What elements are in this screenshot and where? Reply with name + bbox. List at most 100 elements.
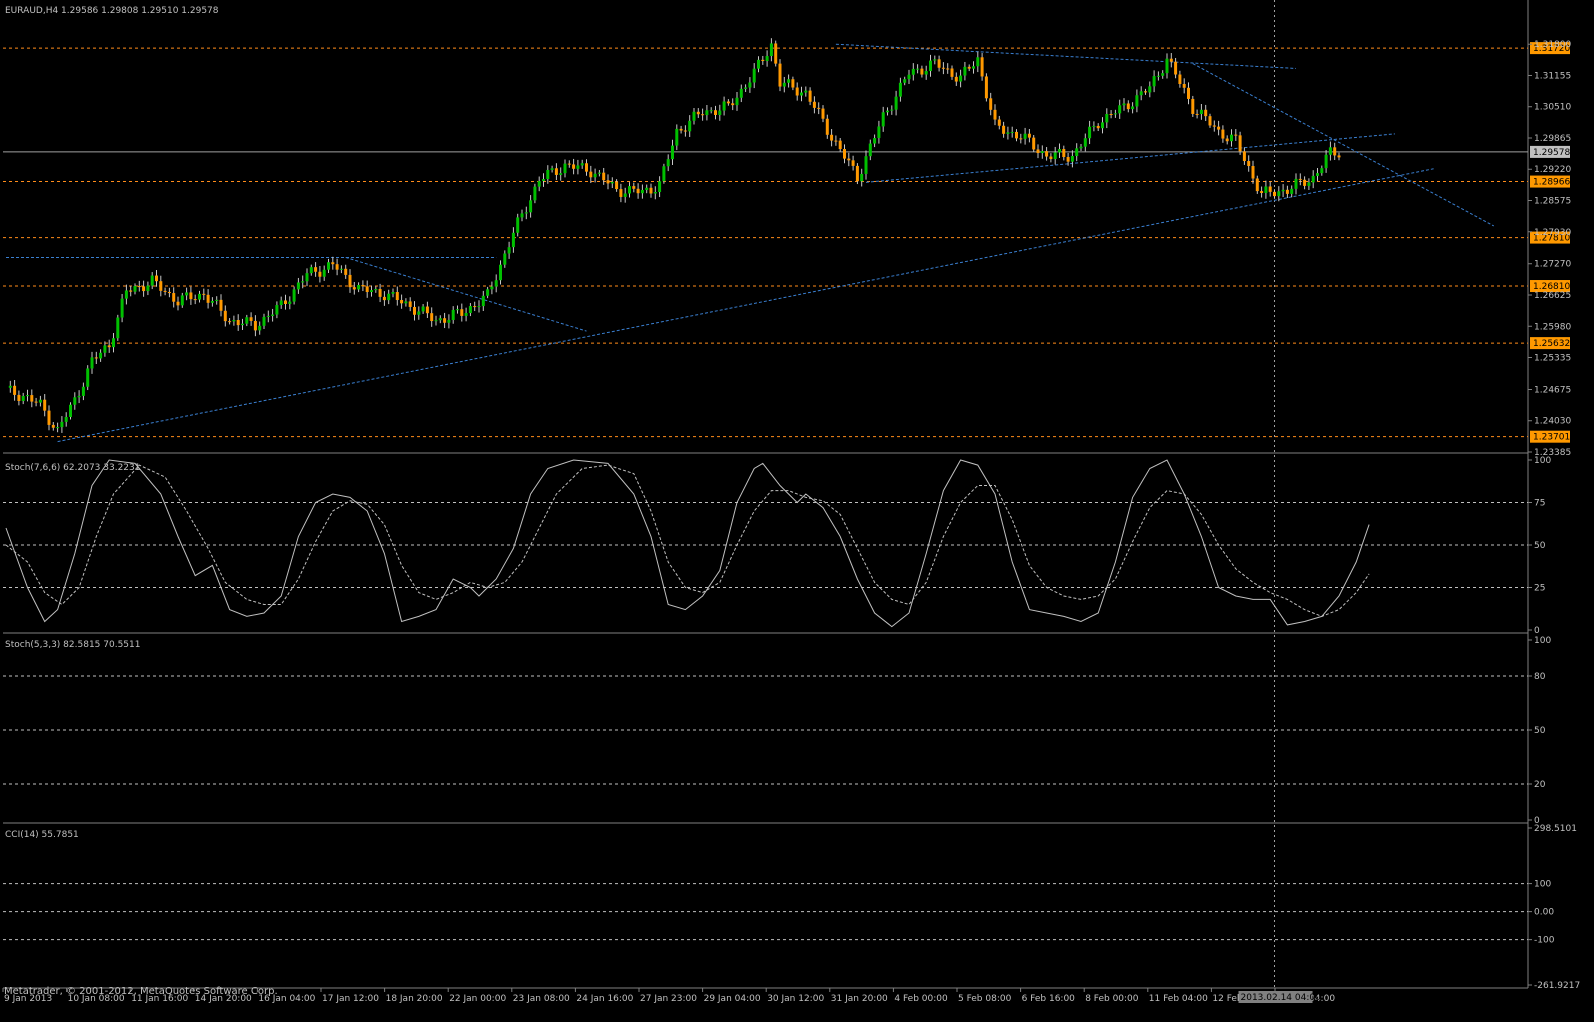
bull-candle xyxy=(576,165,580,169)
bull-candle xyxy=(688,120,692,132)
bear-candle xyxy=(219,299,223,311)
bull-candle xyxy=(550,168,554,170)
bear-candle xyxy=(228,321,232,323)
bull-candle xyxy=(864,156,868,174)
bear-candle xyxy=(17,394,21,402)
oscillator-tick-label: 100 xyxy=(1534,456,1551,466)
bull-candle xyxy=(124,290,128,299)
bear-candle xyxy=(167,291,171,294)
bear-candle xyxy=(606,180,610,184)
bear-candle xyxy=(830,134,834,141)
bull-candle xyxy=(1101,122,1104,129)
bull-candle xyxy=(210,300,214,303)
bear-candle xyxy=(193,299,197,301)
price-tick-label: 1.24030 xyxy=(1534,417,1571,427)
bear-candle xyxy=(460,309,464,316)
bear-candle xyxy=(585,163,588,172)
bull-candle xyxy=(692,111,696,121)
oscillator-tick-label: 50 xyxy=(1534,541,1546,551)
bull-candle xyxy=(537,181,541,187)
bull-candle xyxy=(301,281,305,283)
bull-candle xyxy=(533,186,537,201)
copyright-footer: Metatrader, © 2001-2012, MetaQuotes Soft… xyxy=(4,986,278,997)
oscillator-tick-label: -100 xyxy=(1534,936,1555,946)
bull-candle xyxy=(800,92,803,96)
bear-candle xyxy=(1255,178,1259,192)
bear-candle xyxy=(834,140,838,142)
bull-candle xyxy=(886,110,889,113)
bear-candle xyxy=(163,290,167,292)
bull-candle xyxy=(1290,188,1294,194)
bear-candle xyxy=(1242,151,1246,162)
bear-candle xyxy=(954,76,958,82)
bear-candle xyxy=(1027,133,1031,138)
bull-candle xyxy=(1328,147,1332,155)
bull-candle xyxy=(296,282,300,290)
bull-candle xyxy=(1131,106,1135,110)
bull-candle xyxy=(782,82,786,87)
bull-candle xyxy=(1083,138,1087,147)
bull-candle xyxy=(1311,175,1315,183)
bear-candle xyxy=(615,181,619,190)
bear-candle xyxy=(1208,116,1212,126)
bear-candle xyxy=(993,109,997,120)
bear-candle xyxy=(589,171,593,178)
bull-candle xyxy=(404,301,408,304)
bull-candle xyxy=(804,90,808,93)
mt4-chart-window[interactable]: 1.31720 1.28966 1.27810 1.26810 1.25632 1.237… xyxy=(0,0,1594,1018)
bear-candle xyxy=(821,108,825,119)
bear-candle xyxy=(1221,129,1225,139)
cci-title: CCI(14) 55.7851 xyxy=(5,830,79,840)
bear-candle xyxy=(683,130,687,132)
bear-candle xyxy=(761,59,765,62)
bear-candle xyxy=(172,293,176,302)
bear-candle xyxy=(967,66,971,69)
bear-candle xyxy=(378,289,382,297)
bear-candle xyxy=(1260,191,1264,193)
bear-candle xyxy=(176,301,180,306)
price-tick-label: 1.25335 xyxy=(1534,354,1571,364)
chart-canvas[interactable]: 1.317201.289661.278101.268101.256321.237… xyxy=(0,0,1594,1018)
bull-candle xyxy=(494,280,498,287)
bull-candle xyxy=(468,306,472,314)
bull-candle xyxy=(709,110,713,112)
bear-candle xyxy=(1182,83,1186,88)
bull-candle xyxy=(275,305,279,315)
bull-candle xyxy=(610,181,614,184)
time-tick-label: 11 Feb 04:00 xyxy=(1149,994,1208,1004)
bear-candle xyxy=(843,149,846,159)
bear-candle xyxy=(318,271,322,277)
bull-candle xyxy=(180,295,184,306)
bull-candle xyxy=(890,109,894,111)
oscillator-tick-label: 0.00 xyxy=(1534,908,1554,918)
bull-candle xyxy=(64,416,68,422)
bull-candle xyxy=(215,299,219,301)
bull-candle xyxy=(90,357,94,369)
oscillator-tick-label: 298.5101 xyxy=(1534,824,1577,834)
bull-candle xyxy=(666,159,670,167)
price-level-label: 1.23701 xyxy=(1533,433,1570,443)
bear-candle xyxy=(1187,87,1190,99)
bear-candle xyxy=(1251,166,1255,179)
bull-candle xyxy=(1152,76,1156,87)
bear-candle xyxy=(335,264,339,270)
bear-candle xyxy=(1234,134,1238,136)
bull-candle xyxy=(438,318,442,321)
bear-candle xyxy=(941,67,945,69)
bull-candle xyxy=(1320,168,1324,174)
bull-candle xyxy=(322,269,326,277)
bull-candle xyxy=(279,300,283,306)
bull-candle xyxy=(1070,156,1074,162)
bull-candle xyxy=(1139,91,1143,96)
stoch2-title: Stoch(5,3,3) 82.5815 70.5511 xyxy=(5,640,140,650)
bear-candle xyxy=(331,262,335,265)
bear-candle xyxy=(726,101,730,104)
bull-candle xyxy=(640,189,644,194)
bull-candle xyxy=(924,71,928,75)
bear-candle xyxy=(13,385,17,395)
bull-candle xyxy=(593,173,597,178)
bear-candle xyxy=(30,395,34,402)
bull-candle xyxy=(972,66,975,69)
price-tick-label: 1.27930 xyxy=(1534,228,1571,238)
bear-candle xyxy=(1002,125,1006,134)
